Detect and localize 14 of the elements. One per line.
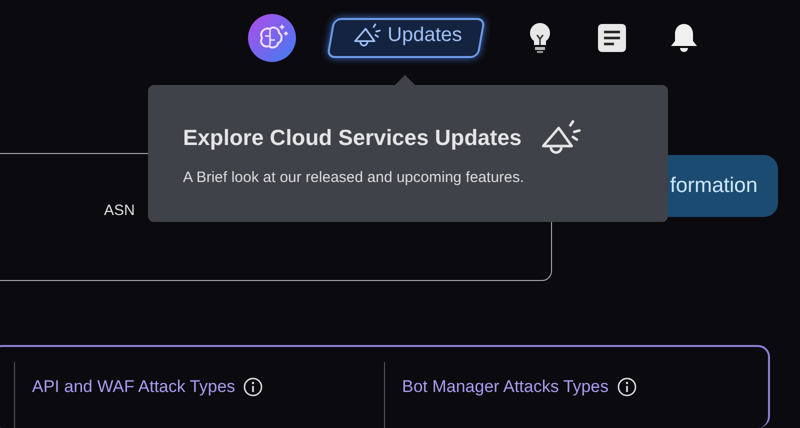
- notes-icon[interactable]: [597, 23, 627, 53]
- column-title: API and WAF Attack Types: [32, 376, 236, 398]
- popover-title: Explore Cloud Services Updates: [183, 124, 522, 152]
- brain-icon[interactable]: [248, 14, 296, 62]
- info-icon[interactable]: [243, 376, 264, 397]
- information-button[interactable]: formation: [668, 155, 778, 217]
- info-icon[interactable]: [616, 376, 637, 397]
- lightbulb-icon[interactable]: [529, 22, 551, 54]
- bell-icon[interactable]: [669, 22, 699, 54]
- popover-text: A Brief look at our released and upcoming features.: [183, 168, 526, 188]
- column-title: Bot Manager Attacks Types: [402, 376, 609, 398]
- updates-button[interactable]: Updates: [326, 18, 486, 58]
- megaphone-icon: [351, 22, 382, 48]
- asn-label: ASN: [104, 202, 135, 219]
